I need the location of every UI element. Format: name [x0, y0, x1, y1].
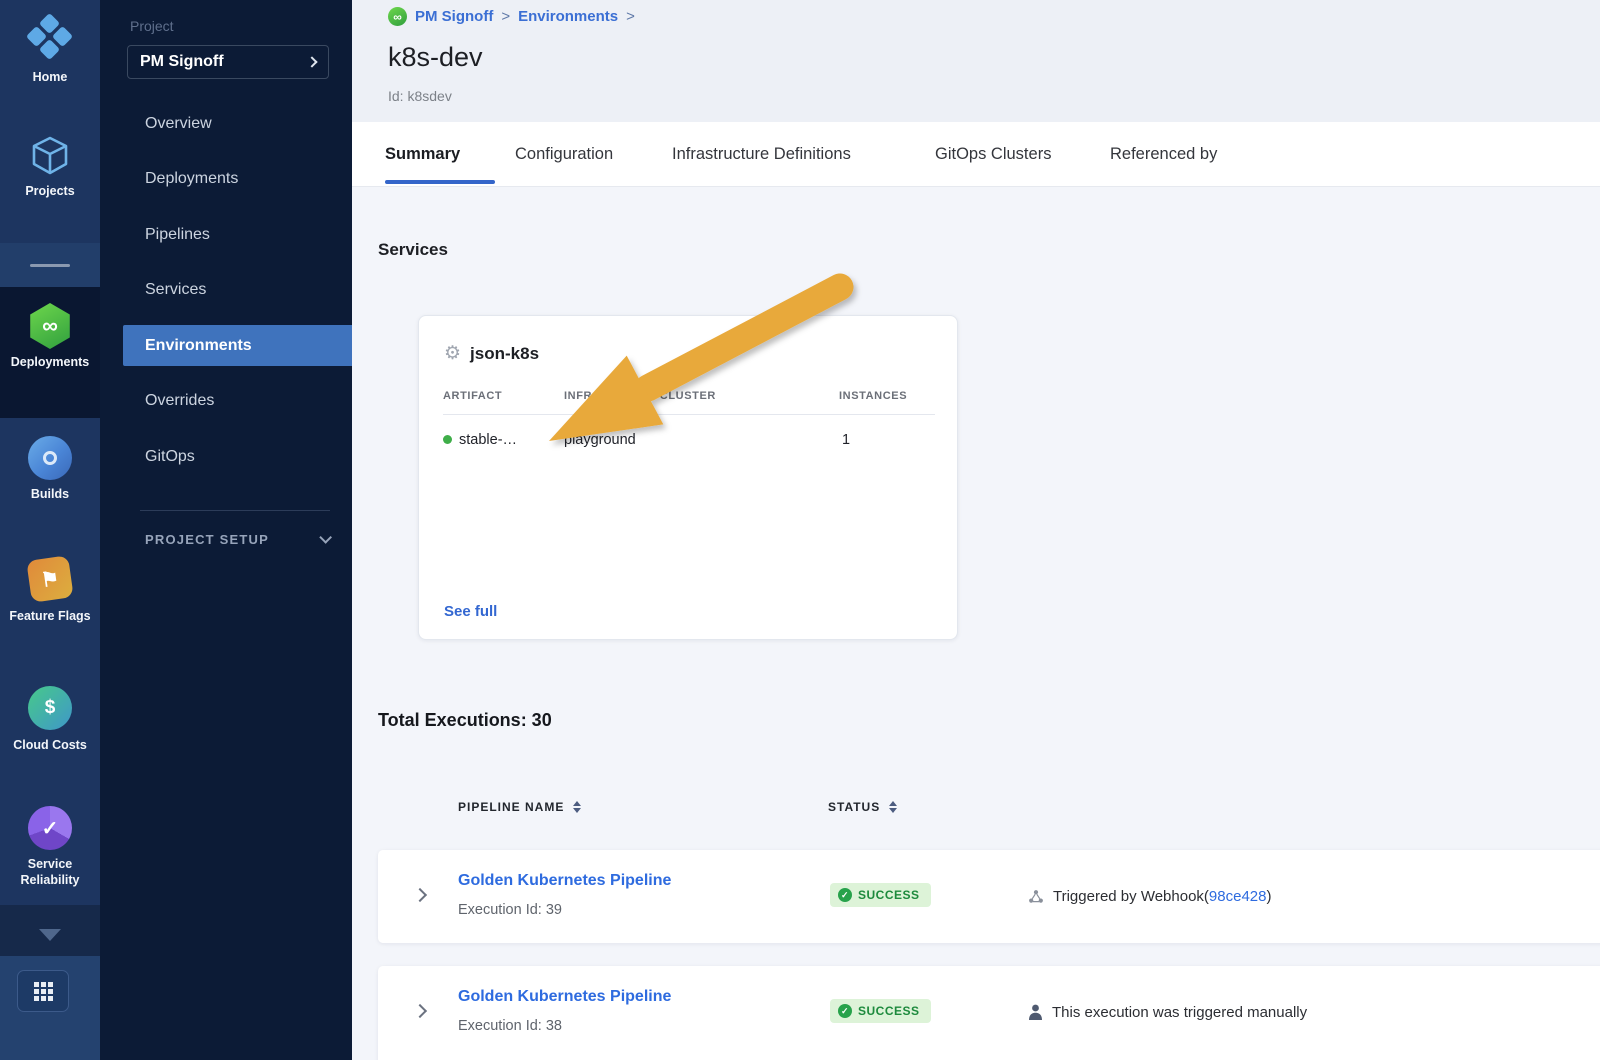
- rail-divider[interactable]: [0, 243, 100, 287]
- page-title: k8s-dev: [388, 42, 483, 73]
- module-rail: Home Projects ∞ Deployments Builds ⚑ Fea…: [0, 0, 100, 1060]
- summary-content: Services ⚙ json-k8s ARTIFACT INFRA / GIT…: [352, 187, 1600, 1060]
- chevron-down-icon: [319, 531, 332, 544]
- active-tab-underline: [385, 180, 495, 184]
- execution-id-label: Execution Id: 38: [458, 1018, 562, 1034]
- cluster-cell: playground: [564, 432, 636, 448]
- sidebar-divider: [140, 510, 330, 511]
- trigger-info: This execution was triggered manually: [1028, 1004, 1307, 1021]
- check-icon: ✓: [838, 1004, 852, 1018]
- chevron-down-icon[interactable]: [39, 929, 61, 941]
- webhook-icon: [1028, 889, 1044, 905]
- status-dot-icon: [443, 435, 452, 444]
- sidebar-item-overview[interactable]: Overview: [100, 103, 352, 144]
- service-card-title: ⚙ json-k8s: [444, 342, 539, 365]
- grid-icon: [34, 982, 53, 1001]
- pipeline-link[interactable]: Golden Kubernetes Pipeline: [458, 988, 671, 1006]
- tab-configuration[interactable]: Configuration: [515, 122, 613, 186]
- user-icon: [1028, 1004, 1043, 1021]
- pipeline-link[interactable]: Golden Kubernetes Pipeline: [458, 872, 671, 890]
- breadcrumb-project-link[interactable]: PM Signoff: [415, 8, 493, 25]
- projects-icon: [27, 132, 73, 178]
- rail-item-feature-flags[interactable]: ⚑ Feature Flags: [0, 558, 100, 624]
- rail-bottom-section: [0, 956, 100, 1060]
- sidebar-item-deployments[interactable]: Deployments: [100, 158, 352, 199]
- service-card[interactable]: ⚙ json-k8s ARTIFACT INFRA / GITOPS CLUST…: [418, 315, 958, 640]
- breadcrumb-environments-link[interactable]: Environments: [518, 8, 618, 25]
- app-window: Home Projects ∞ Deployments Builds ⚑ Fea…: [0, 0, 1600, 1060]
- home-icon: [27, 14, 73, 60]
- check-icon: ✓: [838, 888, 852, 902]
- gear-icon: ⚙: [444, 342, 461, 365]
- tab-infrastructure-definitions[interactable]: Infrastructure Definitions: [672, 122, 851, 186]
- column-pipeline-name[interactable]: PIPELINE NAME: [458, 800, 581, 814]
- deployments-icon: ∞: [27, 303, 73, 349]
- commit-link[interactable]: 98ce428: [1209, 888, 1267, 905]
- rail-item-cloud-costs[interactable]: $ Cloud Costs: [0, 686, 100, 753]
- breadcrumb: ∞ PM Signoff > Environments >: [388, 7, 643, 26]
- service-name: json-k8s: [470, 344, 539, 364]
- tab-bar: Summary Configuration Infrastructure Def…: [352, 122, 1600, 187]
- expand-chevron-icon[interactable]: [413, 1004, 427, 1018]
- card-divider: [443, 414, 935, 415]
- feature-flags-icon: ⚑: [26, 555, 73, 602]
- tab-referenced-by[interactable]: Referenced by: [1110, 122, 1217, 186]
- sort-icon[interactable]: [889, 801, 897, 814]
- services-heading: Services: [378, 240, 448, 260]
- trigger-info: Triggered by Webhook(98ce428): [1028, 888, 1271, 905]
- builds-icon: [28, 436, 72, 480]
- project-setup-label: PROJECT SETUP: [145, 532, 269, 547]
- rail-item-deployments[interactable]: ∞ Deployments: [0, 303, 100, 370]
- rail-item-label: Cloud Costs: [0, 737, 100, 753]
- sidebar-project-setup[interactable]: PROJECT SETUP: [145, 532, 328, 547]
- chevron-right-icon: [306, 56, 317, 67]
- total-executions-heading: Total Executions: 30: [378, 710, 552, 731]
- rail-item-service-reliability[interactable]: ✓ Service Reliability: [0, 806, 100, 889]
- tab-summary[interactable]: Summary: [385, 122, 460, 186]
- execution-id-label: Execution Id: 39: [458, 902, 562, 918]
- sidebar-item-overrides[interactable]: Overrides: [100, 380, 352, 421]
- project-selector[interactable]: PM Signoff: [127, 45, 329, 79]
- execution-row[interactable]: Golden Kubernetes Pipeline Execution Id:…: [378, 850, 1600, 943]
- page-header: ∞ PM Signoff > Environments > k8s-dev Id…: [352, 0, 1600, 122]
- apps-grid-button[interactable]: [17, 970, 69, 1012]
- sidebar-item-services[interactable]: Services: [100, 269, 352, 310]
- breadcrumb-separator: >: [626, 8, 635, 25]
- project-sidebar: Project PM Signoff Overview Deployments …: [100, 0, 352, 1060]
- artifact-cell: stable-…: [443, 432, 517, 448]
- rail-collapse-strip: [0, 905, 100, 956]
- breadcrumb-separator: >: [501, 8, 510, 25]
- rail-item-label: Builds: [0, 486, 100, 502]
- rail-item-builds[interactable]: Builds: [0, 436, 100, 502]
- project-selector-value: PM Signoff: [140, 53, 224, 71]
- see-full-link[interactable]: See full: [444, 603, 497, 620]
- rail-item-label: Home: [0, 69, 100, 85]
- status-badge: ✓ SUCCESS: [830, 999, 931, 1023]
- project-section-label: Project: [130, 18, 174, 34]
- rail-item-label: Feature Flags: [0, 608, 100, 624]
- cloud-costs-icon: $: [28, 686, 72, 730]
- entity-id-label: Id: k8sdev: [388, 88, 452, 104]
- column-artifact: ARTIFACT: [443, 390, 502, 402]
- rail-item-label: Projects: [0, 183, 100, 199]
- sidebar-item-gitops[interactable]: GitOps: [100, 436, 352, 477]
- rail-item-home[interactable]: Home: [0, 14, 100, 85]
- status-badge: ✓ SUCCESS: [830, 883, 931, 907]
- column-infra-gitops-cluster: INFRA / GITOPS CLUSTER: [564, 390, 716, 402]
- instances-cell: 1: [842, 432, 850, 448]
- tab-gitops-clusters[interactable]: GitOps Clusters: [935, 122, 1051, 186]
- service-reliability-icon: ✓: [28, 806, 72, 850]
- cd-module-icon: ∞: [388, 7, 407, 26]
- column-status[interactable]: STATUS: [828, 800, 897, 814]
- rail-item-label: Service Reliability: [0, 856, 100, 889]
- execution-row[interactable]: Golden Kubernetes Pipeline Execution Id:…: [378, 966, 1600, 1060]
- sidebar-item-environments[interactable]: Environments: [123, 325, 352, 366]
- sidebar-item-pipelines[interactable]: Pipelines: [100, 214, 352, 255]
- column-instances: INSTANCES: [839, 390, 907, 402]
- sort-icon[interactable]: [573, 801, 581, 814]
- expand-chevron-icon[interactable]: [413, 888, 427, 902]
- rail-item-projects[interactable]: Projects: [0, 132, 100, 199]
- rail-item-label: Deployments: [0, 354, 100, 370]
